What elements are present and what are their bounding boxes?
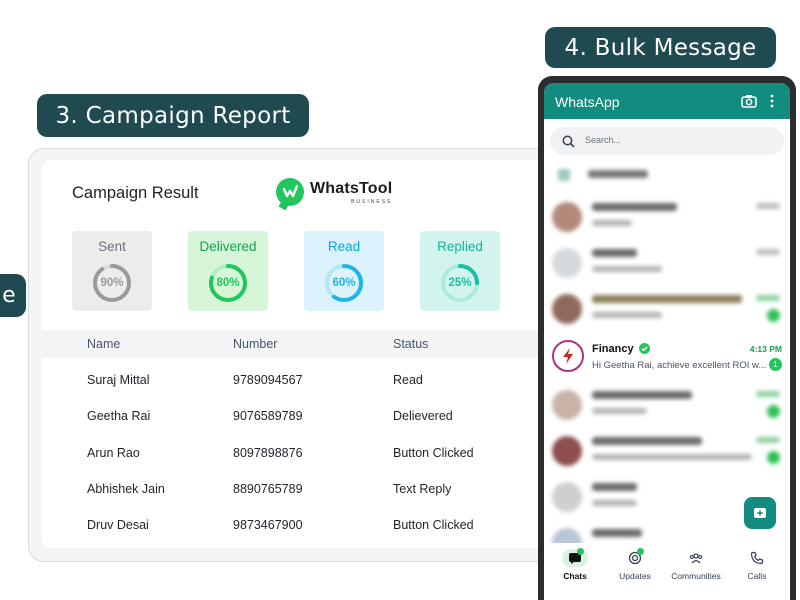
more-options-icon[interactable] (770, 94, 774, 108)
tab-chats[interactable]: Chats (545, 548, 605, 581)
new-chat-button[interactable] (744, 497, 776, 529)
stat-label: Replied (437, 239, 483, 254)
avatar (552, 390, 582, 420)
whatsapp-top-bar: WhatsApp (544, 83, 790, 119)
bottom-navigation: Chats Updates Communities Calls (544, 543, 790, 600)
chat-item-financy[interactable]: Financy 4:13 PM Hi Geetha Rai, achieve e… (552, 338, 784, 378)
search-placeholder: Search... (585, 135, 622, 145)
chat-time: 4:13 PM (749, 344, 782, 354)
whatstool-logo: WhatsTool BUSINESS (276, 178, 392, 206)
campaign-report-card: Campaign Result WhatsTool BUSINESS Sent … (42, 160, 558, 548)
archive-icon (558, 169, 570, 181)
stat-delivered: Delivered 80% (188, 231, 268, 311)
cell-name: Druv Desai (87, 518, 149, 532)
logo-subtitle: BUSINESS (351, 198, 393, 205)
cell-number: 9873467900 (233, 518, 303, 532)
list-item[interactable] (552, 292, 784, 332)
cell-number: 8097898876 (233, 446, 303, 460)
avatar (552, 248, 582, 278)
table-row: Suraj Mittal 9789094567 Read (42, 366, 558, 394)
tab-updates[interactable]: Updates (605, 548, 665, 581)
table-header: Name Number Status (42, 330, 558, 358)
lightning-logo-icon (563, 348, 573, 364)
cell-status: Read (393, 373, 423, 387)
search-bar[interactable]: Search... (550, 127, 784, 155)
stat-ring: 90% (91, 262, 133, 304)
campaign-report-label: 3. Campaign Report (37, 94, 309, 137)
verified-badge-icon (639, 343, 650, 354)
bulk-message-label: 4. Bulk Message (545, 27, 776, 68)
logo-name: WhatsTool (310, 179, 393, 197)
avatar (552, 340, 584, 372)
cell-name: Geetha Rai (87, 409, 151, 423)
chat-name: Financy (592, 343, 634, 355)
column-header-number: Number (233, 337, 278, 351)
new-chat-icon (754, 508, 766, 518)
stat-label: Read (327, 239, 361, 254)
avatar (552, 294, 582, 324)
stat-ring: 25% (439, 262, 481, 304)
tab-calls[interactable]: Calls (727, 549, 787, 581)
tab-label: Communities (671, 571, 721, 581)
cell-status: Button Clicked (393, 446, 474, 460)
tab-label: Chats (563, 571, 587, 581)
list-item[interactable] (552, 200, 784, 240)
search-icon (562, 135, 575, 148)
list-item[interactable] (552, 246, 784, 286)
table-row: Arun Rao 8097898876 Button Clicked (42, 439, 558, 467)
stat-ring: 60% (323, 262, 365, 304)
cell-status: Text Reply (393, 482, 452, 496)
table-row: Abhishek Jain 8890765789 Text Reply (42, 475, 558, 503)
cell-status: Button Clicked (393, 518, 474, 532)
avatar (552, 436, 582, 466)
list-item[interactable] (552, 434, 784, 474)
stat-sent: Sent 90% (72, 231, 152, 311)
cell-name: Suraj Mittal (87, 373, 150, 387)
tab-communities[interactable]: Communities (666, 549, 726, 581)
cell-name: Arun Rao (87, 446, 140, 460)
chat-preview: Hi Geetha Rai, achieve excellent ROI w..… (592, 360, 767, 371)
cell-number: 8890765789 (233, 482, 303, 496)
phone-icon (750, 551, 764, 565)
stat-replied: Replied 25% (420, 231, 500, 311)
avatar (552, 202, 582, 232)
whatstool-logo-icon (276, 178, 304, 206)
cell-number: 9789094567 (233, 373, 303, 387)
partial-step-label: e (0, 274, 26, 317)
archived-row[interactable] (558, 169, 778, 183)
tab-label: Updates (619, 571, 651, 581)
camera-icon[interactable] (741, 94, 757, 108)
cell-name: Abhishek Jain (87, 482, 165, 496)
stat-read: Read 60% (304, 231, 384, 311)
tab-label: Calls (747, 571, 767, 581)
stat-ring: 80% (207, 262, 249, 304)
stat-label: Delivered (199, 239, 257, 254)
app-title: WhatsApp (555, 94, 620, 110)
table-row: Druv Desai 9873467900 Button Clicked (42, 511, 558, 539)
avatar (552, 482, 582, 512)
table-row: Geetha Rai 9076589789 Delievered (42, 402, 558, 430)
column-header-status: Status (393, 337, 429, 351)
cell-number: 9076589789 (233, 409, 303, 423)
communities-icon (689, 553, 703, 564)
stat-label: Sent (98, 239, 126, 254)
report-title: Campaign Result (72, 184, 199, 202)
whatsapp-screen: WhatsApp Search... Financy 4:13 PM Hi Ge… (544, 83, 790, 600)
list-item[interactable] (552, 388, 784, 428)
cell-status: Delievered (393, 409, 453, 423)
unread-badge: 1 (769, 358, 782, 371)
column-header-name: Name (87, 337, 121, 351)
